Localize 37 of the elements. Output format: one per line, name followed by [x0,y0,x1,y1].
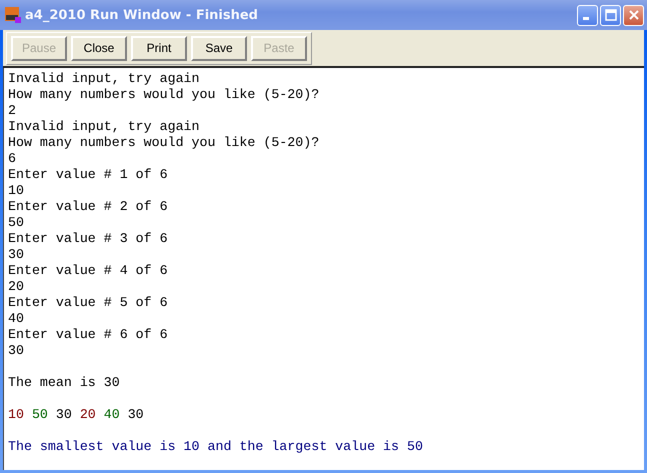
close-icon [628,9,640,21]
console-text: How many numbers would you like (5-20)? [8,87,320,103]
console-text: Invalid input, try again [8,119,200,135]
console-text: Enter value # 4 of 6 [8,263,168,279]
console-text: Enter value # 6 of 6 [8,327,168,343]
toolbar-button[interactable]: Print [131,36,187,60]
console-text: 30 [128,407,144,423]
console-text: 20 [80,407,96,423]
minimize-button[interactable] [577,4,598,26]
console-text: Invalid input, try again [8,71,200,87]
console-text: 6 [8,151,16,167]
console-text: Enter value # 2 of 6 [8,199,168,215]
window-title: a4_2010 Run Window - Finished [25,8,259,22]
console-text: Enter value # 5 of 6 [8,295,168,311]
console-text: How many numbers would you like (5-20)? [8,135,320,151]
console-text: The smallest value is 10 and the largest value is 50 [8,439,423,455]
maximize-icon [604,9,616,21]
console-text: Enter value # 3 of 6 [8,231,168,247]
console-text: 2 [8,103,16,119]
console-text: 30 [8,343,24,359]
maximize-button[interactable] [600,4,621,26]
minimize-icon [582,17,588,20]
console-text: Enter value # 1 of 6 [8,167,168,183]
console-text: 40 [104,407,120,423]
console-text: 30 [56,407,72,423]
console-text: 10 [8,183,24,199]
app-icon [5,7,21,23]
console-text: 50 [32,407,48,423]
console-text: 20 [8,279,24,295]
console-text: 30 [8,247,24,263]
toolbar-button[interactable]: Save [191,36,247,60]
console-text: 40 [8,311,24,327]
console-text: 10 [8,407,24,423]
close-button[interactable] [623,4,644,26]
console-text: The mean is 30 [8,375,120,391]
console-text: 50 [8,215,24,231]
toolbar-button[interactable]: Close [71,36,127,60]
